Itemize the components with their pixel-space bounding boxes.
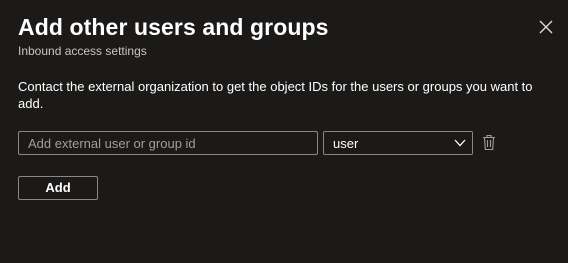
close-icon	[539, 20, 553, 34]
delete-button[interactable]	[482, 134, 496, 151]
add-button[interactable]: Add	[18, 176, 98, 200]
instructions-text: Contact the external organization to get…	[18, 79, 533, 111]
external-id-input[interactable]	[18, 131, 318, 155]
panel-title: Add other users and groups	[18, 14, 329, 40]
close-button[interactable]	[537, 18, 555, 36]
trash-icon	[483, 134, 495, 151]
add-users-groups-panel: Add other users and groups Inbound acces…	[0, 0, 568, 263]
type-dropdown[interactable]: user	[323, 131, 473, 155]
panel-subtitle: Inbound access settings	[18, 44, 147, 58]
type-dropdown-value: user	[333, 136, 359, 151]
chevron-down-icon	[454, 139, 466, 147]
